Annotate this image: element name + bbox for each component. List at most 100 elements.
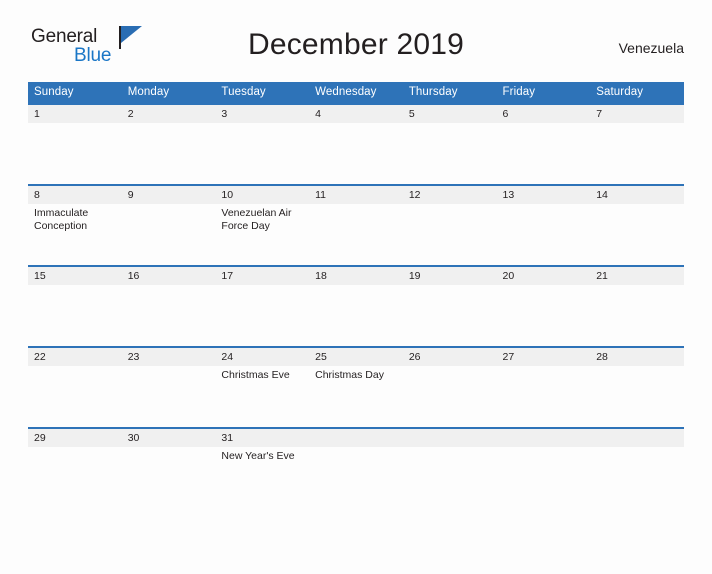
day-event	[497, 204, 591, 207]
day-event: Immaculate Conception	[34, 207, 89, 232]
region-label: Venezuela	[618, 40, 684, 56]
day-number: 18	[309, 267, 403, 285]
day-number: 17	[215, 267, 310, 285]
day-event	[590, 366, 684, 369]
day-event	[28, 366, 122, 369]
calendar-day-cell[interactable]: 9	[121, 184, 216, 266]
calendar-body: 1 2 3 4 5 6 7 8 Immaculate Conception 9 …	[28, 103, 684, 509]
day-number: 28	[590, 348, 684, 366]
calendar-day-cell[interactable]: 4	[309, 103, 403, 185]
day-event	[309, 447, 403, 450]
day-number: 1	[28, 105, 122, 123]
calendar-day-cell[interactable]	[496, 427, 591, 509]
calendar-day-cell[interactable]: 18	[309, 265, 403, 347]
calendar-day-cell[interactable]: 17	[215, 265, 310, 347]
calendar-day-cell[interactable]: 30	[121, 427, 216, 509]
calendar-day-cell[interactable]: 24 Christmas Eve	[215, 346, 310, 428]
day-number: 5	[402, 105, 497, 123]
calendar-day-cell[interactable]: 3	[215, 103, 310, 185]
day-event	[590, 204, 684, 207]
day-number	[496, 429, 591, 447]
calendar-day-cell[interactable]: 7	[590, 103, 684, 185]
weekday-header-thursday: Thursday	[402, 82, 497, 104]
day-number: 20	[496, 267, 591, 285]
calendar-day-cell[interactable]: 14	[590, 184, 684, 266]
calendar-day-cell[interactable]: 27	[496, 346, 591, 428]
calendar-day-cell[interactable]: 8 Immaculate Conception	[28, 184, 122, 266]
calendar-week-row: 15 16 17 18 19 20 21	[28, 265, 684, 347]
calendar-week-row: 8 Immaculate Conception 9 10 Venezuelan …	[28, 184, 684, 266]
day-number	[402, 429, 497, 447]
calendar-day-cell[interactable]: 16	[121, 265, 216, 347]
day-number: 31	[215, 429, 310, 447]
day-number: 12	[402, 186, 497, 204]
calendar-day-cell[interactable]: 28	[590, 346, 684, 428]
day-event	[28, 123, 122, 126]
day-event	[122, 447, 216, 450]
day-number: 23	[121, 348, 216, 366]
calendar-day-cell[interactable]: 29	[28, 427, 122, 509]
day-event	[215, 123, 309, 126]
calendar-day-cell[interactable]: 31 New Year's Eve	[215, 427, 310, 509]
weekday-header-sunday: Sunday	[28, 82, 122, 104]
day-event	[309, 285, 403, 288]
day-number: 2	[121, 105, 216, 123]
day-event	[590, 447, 684, 450]
day-event	[403, 204, 497, 207]
calendar-day-cell[interactable]: 21	[590, 265, 684, 347]
calendar-day-cell[interactable]: 12	[402, 184, 497, 266]
day-number: 30	[121, 429, 216, 447]
day-number: 22	[28, 348, 122, 366]
calendar-day-cell[interactable]	[590, 427, 684, 509]
calendar-week-row: 1 2 3 4 5 6 7	[28, 103, 684, 185]
day-number: 8	[28, 186, 122, 204]
day-number: 7	[590, 105, 684, 123]
day-event	[403, 123, 497, 126]
day-event	[497, 123, 591, 126]
day-number: 4	[309, 105, 403, 123]
day-number: 19	[402, 267, 497, 285]
day-number	[590, 429, 684, 447]
calendar-day-cell[interactable]: 2	[121, 103, 216, 185]
calendar-day-cell[interactable]: 23	[121, 346, 216, 428]
day-event: Christmas Day	[315, 369, 384, 381]
day-number: 3	[215, 105, 310, 123]
day-event	[122, 204, 216, 207]
page-title: December 2019	[247, 28, 465, 61]
day-event	[122, 366, 216, 369]
calendar-day-cell[interactable]: 26	[402, 346, 497, 428]
day-event	[403, 366, 497, 369]
calendar-day-cell[interactable]	[402, 427, 497, 509]
weekday-header-wednesday: Wednesday	[309, 82, 403, 104]
day-event	[28, 285, 122, 288]
calendar-day-cell[interactable]: 5	[402, 103, 497, 185]
day-number: 14	[590, 186, 684, 204]
day-event: Venezuelan Air Force Day	[221, 207, 292, 232]
weekday-header-saturday: Saturday	[590, 82, 684, 104]
day-event	[28, 447, 122, 450]
month-calendar: Sunday Monday Tuesday Wednesday Thursday…	[28, 82, 684, 509]
calendar-day-cell[interactable]: 19	[402, 265, 497, 347]
calendar-header-row: Sunday Monday Tuesday Wednesday Thursday…	[28, 82, 684, 104]
calendar-day-cell[interactable]: 22	[28, 346, 122, 428]
calendar-day-cell[interactable]: 11	[309, 184, 403, 266]
day-number: 27	[496, 348, 591, 366]
calendar-day-cell[interactable]: 13	[496, 184, 591, 266]
day-event	[403, 447, 497, 450]
calendar-day-cell[interactable]: 1	[28, 103, 122, 185]
weekday-header-tuesday: Tuesday	[215, 82, 310, 104]
day-event	[122, 285, 216, 288]
calendar-day-cell[interactable]: 15	[28, 265, 122, 347]
calendar-day-cell[interactable]: 10 Venezuelan Air Force Day	[215, 184, 310, 266]
day-event	[309, 204, 403, 207]
calendar-day-cell[interactable]: 25 Christmas Day	[309, 346, 403, 428]
page-header: General Blue December 2019 Venezuela	[28, 24, 684, 76]
day-number: 26	[402, 348, 497, 366]
calendar-day-cell[interactable]	[309, 427, 403, 509]
calendar-day-cell[interactable]: 20	[496, 265, 591, 347]
day-number: 21	[590, 267, 684, 285]
weekday-header-friday: Friday	[496, 82, 591, 104]
day-number: 29	[28, 429, 122, 447]
calendar-day-cell[interactable]: 6	[496, 103, 591, 185]
calendar-page: General Blue December 2019 Venezuela Sun…	[0, 24, 712, 574]
